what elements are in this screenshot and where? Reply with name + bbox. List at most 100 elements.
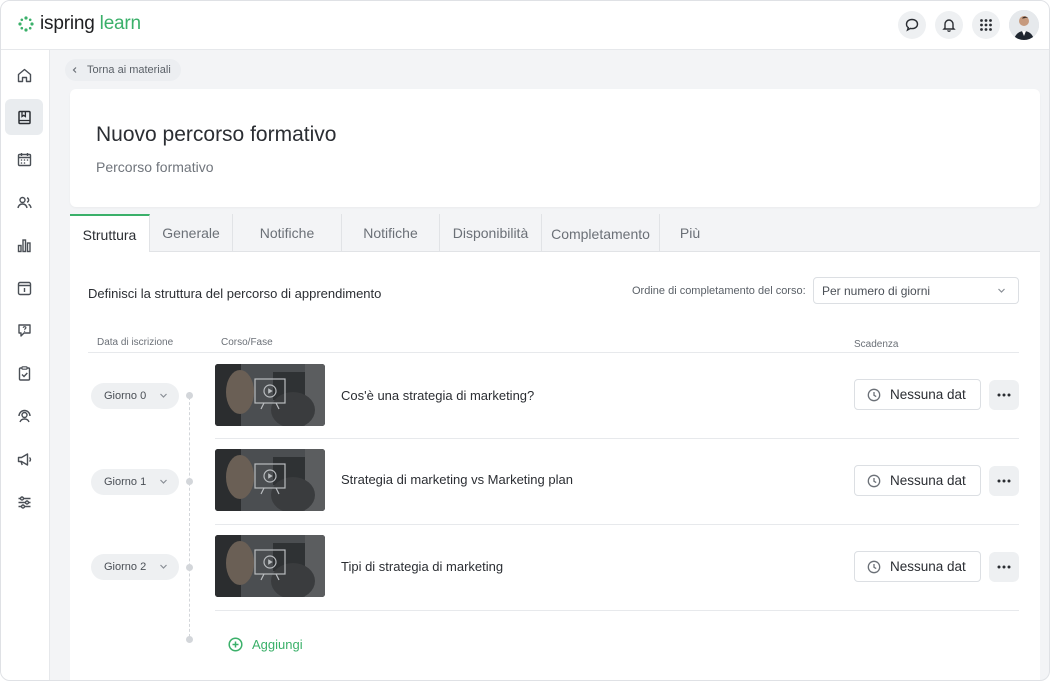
apps-grid-icon (980, 19, 992, 31)
logo-accent: learn (99, 13, 141, 34)
tab-general[interactable]: Generale (150, 214, 233, 252)
clipboard-check-icon (18, 365, 30, 381)
chevron-down-icon (160, 564, 167, 569)
course-title[interactable]: Tipi di strategia di marketing (341, 559, 503, 574)
row-more-button[interactable] (989, 380, 1019, 410)
question-bubble-icon (17, 323, 31, 337)
sidebar-item-tasks[interactable] (5, 355, 43, 391)
sidebar-item-announcements[interactable] (5, 441, 43, 477)
video-thumbnail-icon (215, 535, 325, 597)
avatar-person-icon (1009, 10, 1039, 40)
deadline-picker[interactable]: Nessuna dat (854, 465, 981, 496)
sidebar-item-questions[interactable] (5, 312, 43, 348)
deadline-picker[interactable]: Nessuna dat (854, 379, 981, 410)
tab-bar: Struttura Generale Notifiche Notifiche D… (70, 214, 1040, 253)
logo-word: ispring (40, 13, 95, 34)
timeline-line (189, 392, 190, 642)
day-select-value: Giorno 2 (104, 561, 147, 573)
sidebar-item-settings[interactable] (5, 484, 43, 520)
book-icon (17, 110, 31, 124)
top-bar: ispring learn (1, 1, 1049, 50)
back-link-label: Torna ai materiali (87, 64, 171, 76)
structure-panel: Definisci la struttura del percorso di a… (70, 252, 1040, 680)
more-horizontal-icon (997, 479, 1011, 483)
calendar-icon (17, 152, 31, 166)
add-step-label: Aggiungi (252, 637, 303, 652)
tab-more[interactable]: Più (660, 214, 720, 252)
row-divider (215, 524, 1019, 525)
course-title[interactable]: Cos'è una strategia di marketing? (341, 388, 534, 403)
day-select[interactable]: Giorno 2 (91, 554, 179, 580)
column-course: Corso/Fase (221, 337, 273, 348)
sliders-icon (18, 495, 30, 509)
logo[interactable]: ispring learn (17, 13, 141, 35)
bar-chart-icon (17, 238, 31, 252)
column-enrollment-date: Data di iscrizione (97, 337, 174, 348)
chevron-down-icon (160, 479, 167, 484)
row-more-button[interactable] (989, 466, 1019, 496)
completion-order-select[interactable]: Per numero di giorni (813, 277, 1019, 304)
header-card: Nuovo percorso formativo Percorso format… (70, 89, 1040, 207)
users-icon (16, 196, 32, 208)
sidebar-item-support[interactable] (5, 398, 43, 434)
timeline-dot (186, 392, 193, 399)
day-select-value: Giorno 1 (104, 476, 147, 488)
home-icon (17, 68, 31, 82)
sidebar (1, 50, 50, 680)
chevron-down-icon (160, 393, 167, 398)
deadline-picker[interactable]: Nessuna dat (854, 551, 981, 582)
row-divider (215, 610, 1019, 611)
tab-structure[interactable]: Struttura (70, 214, 150, 253)
timeline-dot (186, 636, 193, 643)
notifications-button[interactable] (935, 11, 963, 39)
sidebar-item-calendar[interactable] (5, 141, 43, 177)
header-divider (88, 352, 1019, 353)
chat-button[interactable] (898, 11, 926, 39)
section-title: Definisci la struttura del percorso di a… (88, 286, 382, 301)
page-title: Nuovo percorso formativo (96, 123, 337, 146)
sidebar-item-info[interactable] (5, 270, 43, 306)
day-select[interactable]: Giorno 1 (91, 469, 179, 495)
row-more-button[interactable] (989, 552, 1019, 582)
day-select[interactable]: Giorno 0 (91, 383, 179, 409)
course-thumbnail[interactable] (215, 364, 325, 426)
logo-mark-icon (18, 16, 34, 32)
info-panel-icon (17, 281, 31, 295)
timeline-dot (186, 564, 193, 571)
deadline-value: Nessuna dat (890, 387, 966, 402)
add-step-button[interactable]: Aggiungi (228, 637, 303, 652)
sidebar-item-users[interactable] (5, 184, 43, 220)
deadline-value: Nessuna dat (890, 559, 966, 574)
clock-icon (867, 388, 881, 401)
video-thumbnail-icon (215, 449, 325, 511)
app-window: ispring learn Torna ai materiali Nuovo p… (0, 0, 1050, 681)
back-link[interactable]: Torna ai materiali (65, 59, 181, 81)
sidebar-item-home[interactable] (5, 57, 43, 93)
page-subtitle: Percorso formativo (96, 159, 214, 175)
plus-circle-icon (228, 637, 243, 652)
course-title[interactable]: Strategia di marketing vs Marketing plan (341, 472, 573, 487)
tab-completion[interactable]: Completamento (542, 214, 660, 252)
course-thumbnail[interactable] (215, 535, 325, 597)
tab-availability[interactable]: Disponibilità (440, 214, 542, 252)
day-select-value: Giorno 0 (104, 390, 147, 402)
user-avatar[interactable] (1009, 10, 1039, 40)
sidebar-item-reports[interactable] (5, 227, 43, 263)
user-support-icon (17, 409, 31, 422)
course-thumbnail[interactable] (215, 449, 325, 511)
more-horizontal-icon (997, 393, 1011, 397)
top-actions (898, 10, 1039, 40)
chevron-left-icon (72, 67, 77, 73)
tab-notifications[interactable]: Notifiche (233, 214, 342, 252)
row-divider (215, 438, 1019, 439)
chat-icon (905, 18, 919, 32)
deadline-value: Nessuna dat (890, 473, 966, 488)
apps-button[interactable] (972, 11, 1000, 39)
logo-text: ispring learn (40, 13, 141, 35)
megaphone-icon (17, 452, 31, 466)
completion-order-value: Per numero di giorni (822, 283, 931, 298)
sidebar-item-content[interactable] (5, 99, 43, 135)
timeline-dot (186, 478, 193, 485)
chevron-down-icon (998, 288, 1005, 293)
tab-notifications-2[interactable]: Notifiche (342, 214, 440, 252)
